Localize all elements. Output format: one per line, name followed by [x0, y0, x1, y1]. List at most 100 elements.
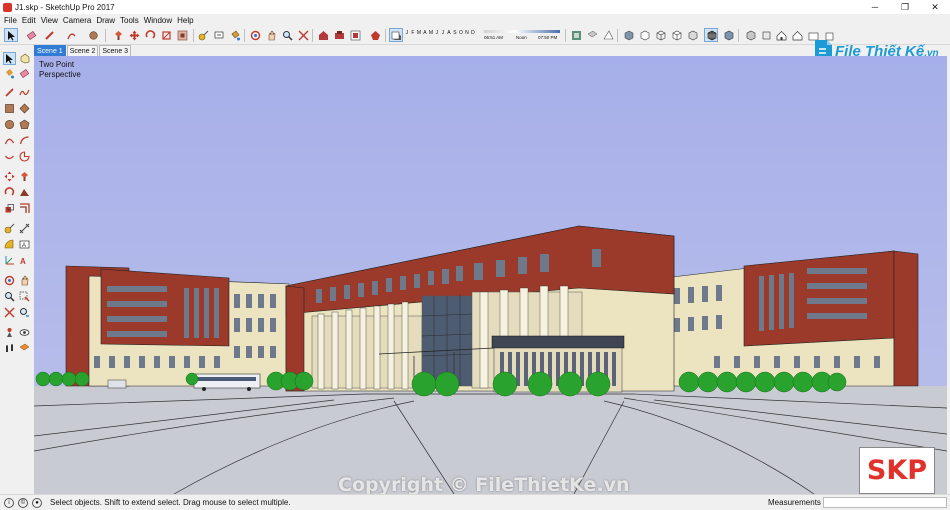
scale-icon[interactable] [159, 28, 173, 42]
select-icon[interactable] [3, 52, 16, 65]
large-tool-set: A A [0, 46, 34, 496]
right-view-icon[interactable] [790, 28, 804, 42]
move-icon[interactable] [3, 170, 16, 183]
wireframe-icon[interactable] [653, 28, 667, 42]
make-component-icon[interactable] [18, 52, 31, 65]
component-icon[interactable] [348, 28, 362, 42]
section-fill-icon[interactable] [601, 28, 615, 42]
text-icon[interactable]: A [18, 238, 31, 251]
orbit-icon[interactable] [248, 28, 262, 42]
rotate-icon[interactable] [3, 186, 16, 199]
shadow-month-slider[interactable]: J F M A M J J A S O N D [404, 30, 476, 36]
front-view-icon[interactable] [774, 28, 788, 42]
monochrome-icon[interactable] [721, 28, 735, 42]
polygon-icon[interactable] [18, 118, 31, 131]
select-icon[interactable] [4, 28, 18, 42]
measurements-input[interactable] [823, 497, 947, 508]
line-icon[interactable] [3, 86, 16, 99]
close-button[interactable]: ✕ [920, 0, 950, 14]
two-point-arc-icon[interactable] [18, 134, 31, 147]
warehouse-icon[interactable] [316, 28, 330, 42]
text-icon[interactable] [212, 28, 226, 42]
menu-edit[interactable]: Edit [21, 16, 40, 25]
top-view-icon[interactable] [759, 28, 773, 42]
menu-camera[interactable]: Camera [62, 16, 95, 25]
freehand-icon[interactable] [18, 86, 31, 99]
scale-icon[interactable] [3, 202, 16, 215]
tape-icon[interactable] [3, 222, 16, 235]
toolbar-separator [312, 29, 313, 42]
toolbar-separator [565, 29, 566, 42]
scene-tab-2[interactable]: Scene 2 [66, 45, 99, 56]
zoom-extents-icon[interactable] [3, 306, 16, 319]
eraser-icon[interactable] [18, 67, 31, 80]
move-icon[interactable] [127, 28, 141, 42]
section-plane-icon[interactable] [18, 342, 31, 355]
arc-icon[interactable] [64, 28, 78, 42]
minimize-button[interactable]: ─ [860, 0, 890, 14]
circle-icon[interactable] [3, 118, 16, 131]
menu-tools[interactable]: Tools [119, 16, 143, 25]
zoom-extents-icon[interactable] [296, 28, 310, 42]
user-icon[interactable]: ● [32, 497, 42, 508]
pushpull-icon[interactable] [18, 170, 31, 183]
menu-file[interactable]: File [3, 16, 21, 25]
shadow-time-slider[interactable] [484, 30, 560, 33]
textured-icon[interactable] [704, 28, 718, 42]
scene-tab-3[interactable]: Scene 3 [99, 45, 132, 56]
rectangle-icon[interactable] [3, 102, 16, 115]
left-wing-building [65, 265, 290, 387]
credits-icon[interactable]: © [18, 497, 28, 508]
menu-view[interactable]: View [40, 16, 62, 25]
previous-view-icon[interactable] [18, 306, 31, 319]
zoom-window-icon[interactable] [18, 290, 31, 303]
fog-icon[interactable] [569, 28, 583, 42]
pushpull-icon[interactable] [111, 28, 125, 42]
geolocation-icon[interactable]: i [4, 497, 14, 508]
iso-view-icon[interactable] [743, 28, 757, 42]
arc-icon[interactable] [3, 134, 16, 147]
extension-icon[interactable] [332, 28, 346, 42]
tape-icon[interactable] [196, 28, 210, 42]
back-edges-icon[interactable] [637, 28, 651, 42]
offset-icon[interactable] [175, 28, 189, 42]
position-camera-icon[interactable] [3, 326, 16, 339]
menu-draw[interactable]: Draw [95, 16, 119, 25]
orbit-icon[interactable] [3, 274, 16, 287]
menu-window[interactable]: Window [143, 16, 176, 25]
paint-icon[interactable] [3, 67, 16, 80]
time-end-label: 07:50 PM [538, 35, 558, 40]
rotate-icon[interactable] [143, 28, 157, 42]
followme-icon[interactable] [18, 186, 31, 199]
xray-icon[interactable] [621, 28, 635, 42]
scene-tab-1[interactable]: Scene 1 [34, 45, 66, 56]
three-point-arc-icon[interactable] [3, 150, 16, 163]
maximize-button[interactable]: ❐ [890, 0, 920, 14]
pencil-icon[interactable] [42, 28, 56, 42]
menu-help[interactable]: Help [176, 16, 197, 25]
paint-icon[interactable] [228, 28, 242, 42]
dimension-icon[interactable] [18, 222, 31, 235]
axes-icon[interactable] [3, 254, 16, 267]
section-icon[interactable] [585, 28, 599, 42]
protractor-icon[interactable] [3, 238, 16, 251]
walk-icon[interactable] [3, 342, 16, 355]
share-model-icon[interactable] [368, 28, 382, 42]
rotated-rect-icon[interactable] [18, 102, 31, 115]
zoom-icon[interactable] [280, 28, 294, 42]
hidden-line-icon[interactable] [669, 28, 683, 42]
pan-icon[interactable] [264, 28, 278, 42]
offset-icon[interactable] [18, 202, 31, 215]
eraser-icon[interactable] [24, 28, 38, 42]
pie-icon[interactable] [18, 150, 31, 163]
model-viewport[interactable]: Two Point Perspective Copyright © FileTh… [34, 56, 947, 494]
shaded-icon[interactable] [685, 28, 699, 42]
pan-icon[interactable] [18, 274, 31, 287]
lookaround-icon[interactable] [18, 326, 31, 339]
3dtext-icon[interactable]: A [18, 254, 31, 267]
shapes-icon[interactable] [86, 28, 100, 42]
svg-text:A: A [20, 257, 26, 266]
shadow-toggle-icon[interactable] [389, 28, 403, 42]
zoom-icon[interactable] [3, 290, 16, 303]
scene-tabs: Scene 1 Scene 2 Scene 3 [34, 45, 132, 56]
